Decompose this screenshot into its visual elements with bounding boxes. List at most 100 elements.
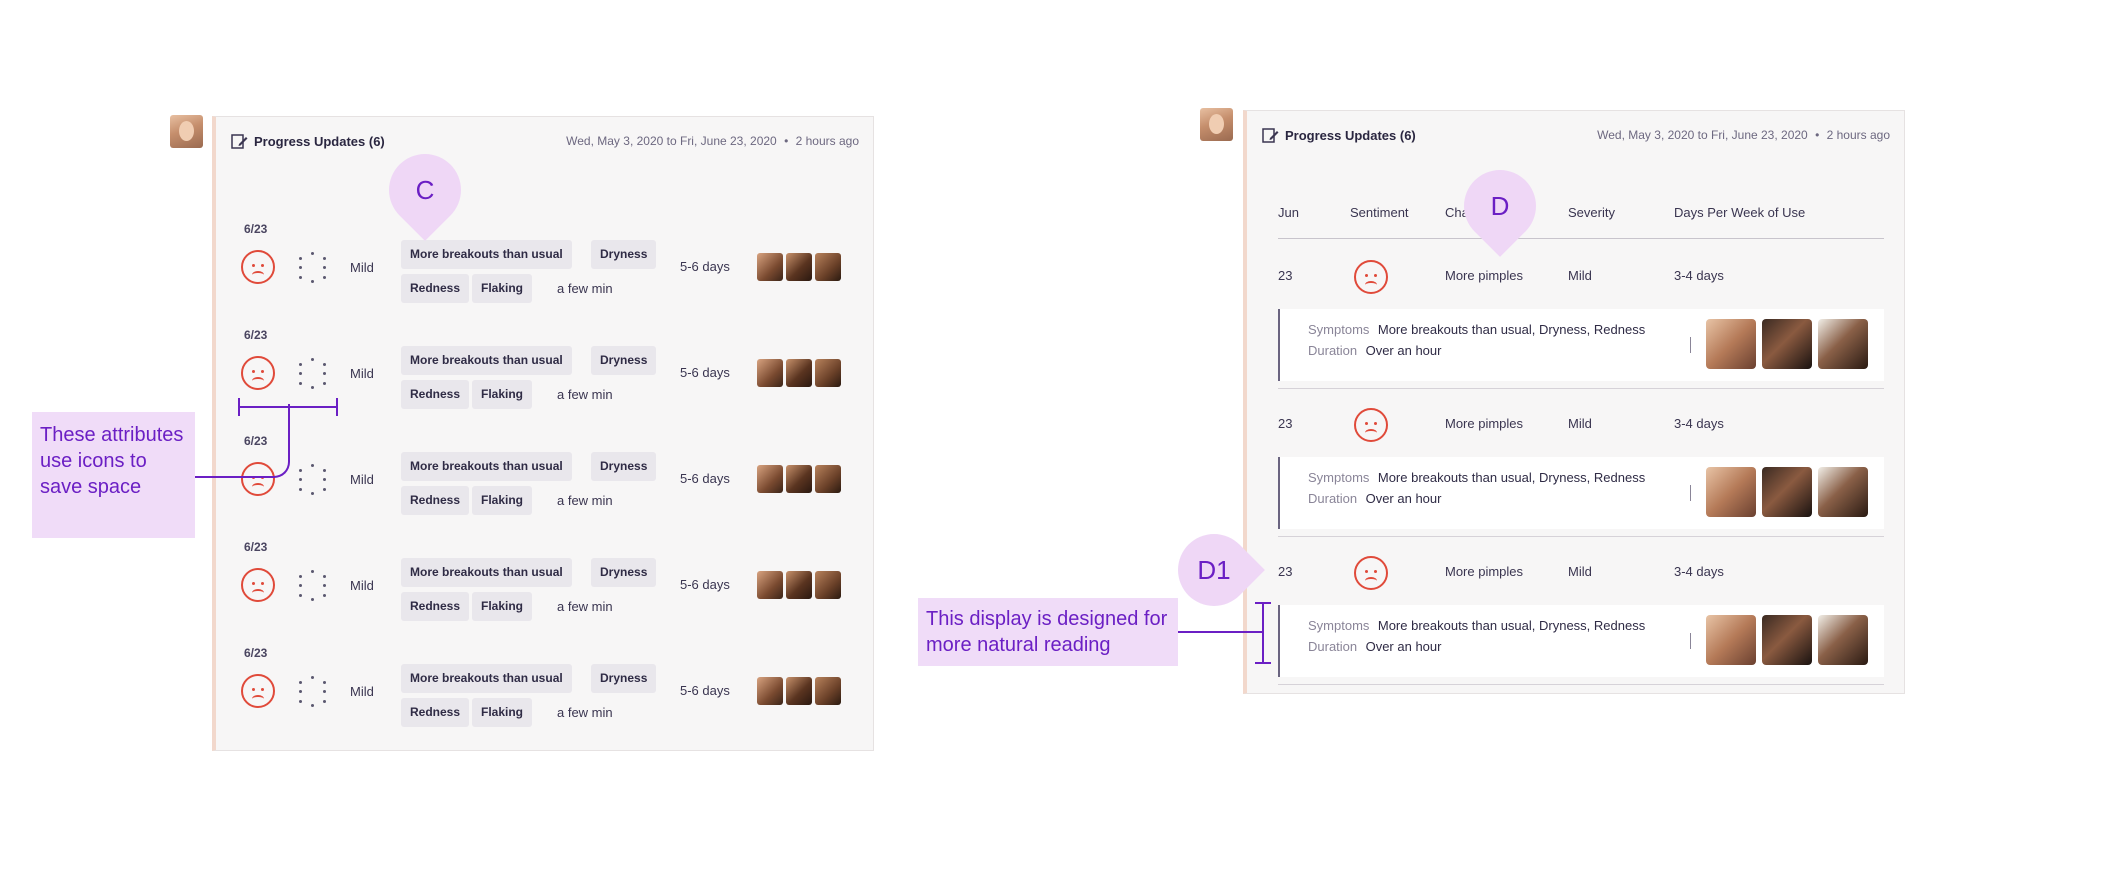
progress-photo[interactable] (1818, 319, 1868, 369)
table-row[interactable]: 23 More pimples Mild 3-4 days Symptoms M… (1247, 396, 1902, 544)
progress-photo[interactable] (786, 253, 812, 281)
column-header-month: Jun (1278, 205, 1299, 220)
progress-photo[interactable] (1818, 467, 1868, 517)
duration-label: Duration (1308, 639, 1358, 654)
progress-photo[interactable] (757, 465, 783, 493)
card-header: Progress Updates (6) Wed, May 3, 2020 to… (230, 130, 859, 152)
duration-label: Duration (1308, 343, 1358, 358)
progress-photo[interactable] (1706, 467, 1756, 517)
progress-photo[interactable] (757, 571, 783, 599)
progress-photo[interactable] (1818, 615, 1868, 665)
progress-photo[interactable] (815, 253, 841, 281)
symptom-chip: More breakouts than usual (401, 240, 572, 269)
column-header-sentiment: Sentiment (1350, 205, 1409, 220)
annotation-connector (1178, 631, 1264, 633)
row-detail-panel: Symptoms More breakouts than usual, Dryn… (1278, 457, 1884, 529)
symptoms-value: More breakouts than usual, Dryness, Redn… (1377, 322, 1646, 337)
progress-card-c: Progress Updates (6) Wed, May 3, 2020 to… (212, 116, 874, 751)
duration-label: a few min (557, 493, 613, 508)
progress-photo[interactable] (786, 677, 812, 705)
symptom-chip: More breakouts than usual (401, 664, 572, 693)
entry-date: 6/23 (244, 646, 268, 660)
duration-label: a few min (557, 599, 613, 614)
duration-label: a few min (557, 281, 613, 296)
divider (1690, 485, 1691, 501)
list-item[interactable]: 6/23 Mild More breakouts than usual Dryn… (216, 636, 866, 742)
progress-photo[interactable] (1706, 615, 1756, 665)
sad-face-icon (241, 568, 275, 602)
progress-photo[interactable] (815, 677, 841, 705)
duration-value: Over an hour (1365, 343, 1442, 358)
list-item[interactable]: 6/23 Mild More breakouts than usual Dryn… (216, 530, 866, 636)
duration-label: a few min (557, 705, 613, 720)
bracket-left (238, 398, 240, 416)
bracket-bottom (1255, 662, 1271, 664)
list-item[interactable]: 6/23 Mild More breakouts than usual Dryn… (216, 318, 866, 424)
symptom-chip: Redness (401, 592, 470, 621)
header-divider (1278, 238, 1884, 239)
severity-label: Mild (350, 472, 374, 487)
progress-photo[interactable] (815, 465, 841, 493)
progress-photo[interactable] (757, 359, 783, 387)
date-range: Wed, May 3, 2020 to Fri, June 23, 2020 •… (566, 134, 859, 148)
sad-face-icon (1354, 408, 1388, 442)
row-severity: Mild (1568, 564, 1592, 579)
severity-label: Mild (350, 578, 374, 593)
symptom-chip: Flaking (472, 698, 533, 727)
progress-photo[interactable] (757, 253, 783, 281)
progress-photo[interactable] (757, 677, 783, 705)
progress-photo[interactable] (1706, 319, 1756, 369)
divider (1690, 633, 1691, 649)
sad-face-icon (241, 356, 275, 390)
row-change: More pimples (1445, 564, 1524, 579)
marker-c-label: C (415, 175, 435, 205)
table-row[interactable]: 23 More pimples Mild 3-4 days Symptoms M… (1247, 544, 1902, 692)
bracket-bar (238, 406, 338, 408)
avatar (1200, 108, 1233, 141)
symptom-chip: Dryness (591, 346, 657, 375)
days-label: 5-6 days (680, 577, 730, 592)
entry-date: 6/23 (244, 434, 268, 448)
progress-photo[interactable] (1762, 615, 1812, 665)
duration-label: Duration (1308, 491, 1358, 506)
avatar (170, 115, 203, 148)
bracket-right (336, 398, 338, 416)
progress-photo[interactable] (815, 571, 841, 599)
frequency-dots-icon (299, 464, 327, 495)
progress-photo[interactable] (815, 359, 841, 387)
progress-photo[interactable] (786, 359, 812, 387)
sad-face-icon (1354, 260, 1388, 294)
duration-value: Over an hour (1365, 491, 1442, 506)
row-day: 23 (1278, 416, 1293, 431)
progress-photo[interactable] (1762, 467, 1812, 517)
progress-photo[interactable] (1762, 319, 1812, 369)
row-change: More pimples (1445, 268, 1524, 283)
list-item[interactable]: 6/23 Mild More breakouts than usual Dryn… (216, 424, 866, 530)
column-header-severity: Severity (1568, 205, 1615, 220)
progress-photo[interactable] (786, 571, 812, 599)
card-title: Progress Updates (6) (254, 133, 385, 149)
row-divider (1278, 536, 1884, 537)
symptom-chip: Redness (401, 380, 470, 409)
list-item[interactable]: 6/23 Mild More breakouts than usual Dryn… (216, 212, 866, 318)
duration-label: a few min (557, 387, 613, 402)
row-severity: Mild (1568, 416, 1592, 431)
entry-date: 6/23 (244, 222, 268, 236)
symptoms-label: Symptoms (1308, 322, 1370, 337)
card-title: Progress Updates (6) (1285, 127, 1416, 143)
edit-note-icon (1262, 128, 1279, 143)
symptom-chip: More breakouts than usual (401, 346, 572, 375)
days-label: 5-6 days (680, 259, 730, 274)
row-change: More pimples (1445, 416, 1524, 431)
row-days: 3-4 days (1674, 416, 1724, 431)
row-detail-panel: Symptoms More breakouts than usual, Dryn… (1278, 309, 1884, 381)
edit-note-icon (231, 134, 248, 149)
row-days: 3-4 days (1674, 564, 1724, 579)
progress-photo[interactable] (786, 465, 812, 493)
progress-card-d: Progress Updates (6) Wed, May 3, 2020 to… (1243, 110, 1905, 694)
row-divider (1278, 388, 1884, 389)
table-row[interactable]: 23 More pimples Mild 3-4 days Symptoms M… (1247, 248, 1902, 396)
symptoms-label: Symptoms (1308, 618, 1370, 633)
symptom-chip: Flaking (472, 380, 533, 409)
row-day: 23 (1278, 564, 1293, 579)
